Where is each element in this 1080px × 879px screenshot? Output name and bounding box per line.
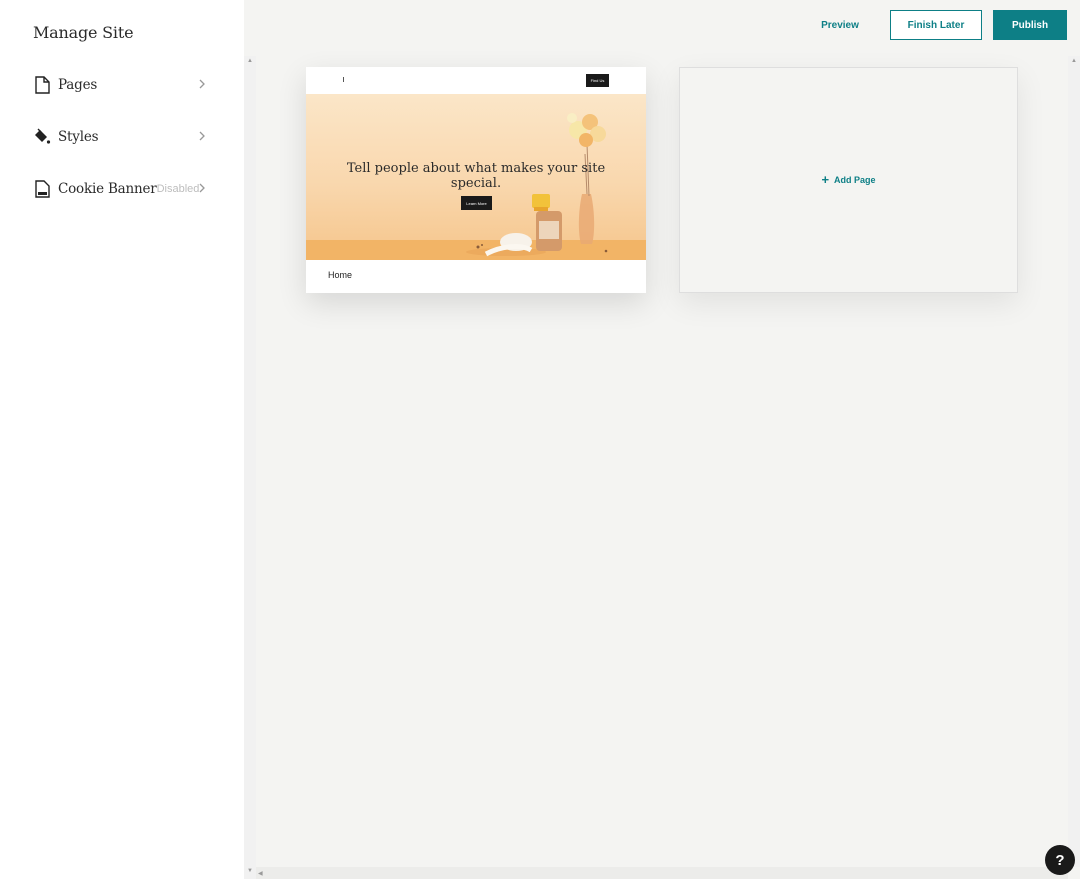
page-card-home[interactable]: Find Us Tell people about what makes you… (306, 67, 646, 293)
chevron-right-icon (199, 131, 205, 141)
help-button[interactable]: ? (1045, 845, 1075, 875)
preview-logo (343, 77, 344, 82)
add-page-card[interactable]: + Add Page (679, 67, 1018, 293)
add-page-button[interactable]: + Add Page (821, 172, 876, 187)
add-page-label: Add Page (834, 175, 876, 185)
preview-headline: Tell people about what makes your site s… (346, 161, 606, 191)
cookie-banner-icon (33, 179, 51, 199)
scroll-up-icon[interactable]: ▲ (1071, 58, 1077, 64)
chevron-right-icon (199, 183, 205, 193)
sidebar-item-pages[interactable]: Pages (33, 73, 213, 97)
page-card-footer: Home (306, 260, 646, 293)
finish-later-button[interactable]: Finish Later (890, 10, 982, 40)
preview-hero: Tell people about what makes your site s… (306, 94, 646, 260)
publish-button[interactable]: Publish (993, 10, 1067, 40)
preview-nav-cta: Find Us (586, 74, 609, 87)
sidebar-item-status: Disabled (156, 183, 200, 195)
preview-button[interactable]: Preview (812, 10, 868, 40)
sidebar-item-label: Cookie Banner (58, 181, 157, 197)
page-icon (33, 75, 51, 95)
chevron-right-icon (199, 79, 205, 89)
canvas-horizontal-scrollbar[interactable]: ◀ (256, 867, 1068, 879)
scroll-left-icon[interactable]: ◀ (258, 870, 263, 877)
sidebar-item-label: Styles (58, 129, 99, 145)
sidebar-item-label: Pages (58, 77, 98, 93)
plus-icon: + (821, 172, 830, 187)
page-name: Home (328, 270, 353, 280)
canvas-scrollbar[interactable]: ▲ (1068, 56, 1080, 867)
scroll-down-icon[interactable]: ▼ (247, 868, 253, 874)
scroll-up-icon[interactable]: ▲ (247, 58, 253, 64)
sidebar-item-cookie-banner[interactable]: Cookie Banner Disabled (33, 177, 213, 201)
paint-bucket-icon (33, 127, 51, 147)
sidebar-item-styles[interactable]: Styles (33, 125, 213, 149)
sidebar: Manage Site Pages Styles Cookie Banner D… (0, 0, 244, 879)
preview-learn-more-button: Learn More (461, 196, 492, 210)
sidebar-scrollbar[interactable]: ▲ ▼ (244, 56, 256, 879)
preview-nav: Find Us (306, 67, 646, 94)
sidebar-title: Manage Site (33, 23, 134, 42)
